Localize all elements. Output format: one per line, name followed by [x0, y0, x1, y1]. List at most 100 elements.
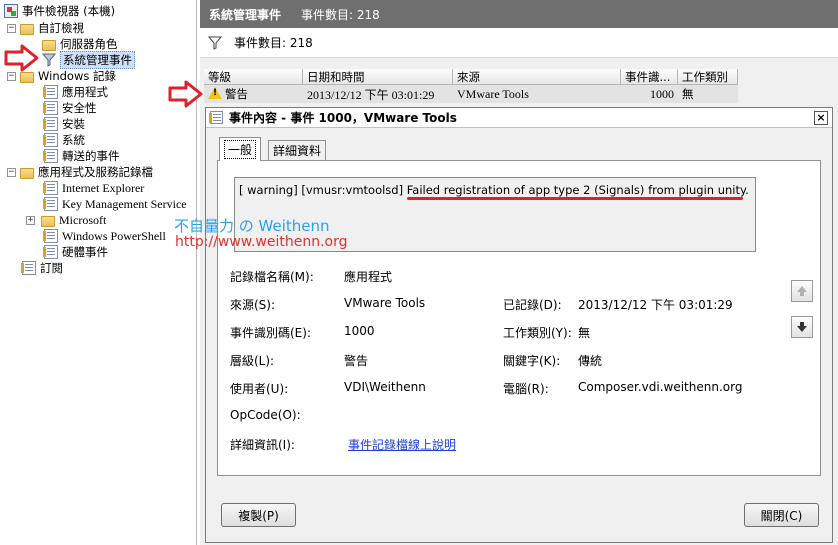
pane-event-count: 事件數目: 218 [301, 7, 380, 22]
red-arrow-icon [4, 44, 39, 72]
more-info-label: 詳細資訊(I): [230, 438, 295, 452]
log-name-label: 記錄檔名稱(M): [230, 270, 314, 284]
tree-item-hardware-label: 硬體事件 [62, 245, 108, 259]
tree-item-application-label: 應用程式 [62, 85, 108, 99]
tree-item-security-label: 安全性 [62, 101, 97, 115]
tree-item-forwarded-label: 轉送的事件 [62, 149, 120, 163]
watermark-title: 不自量力 の Weithenn [174, 217, 330, 235]
arrow-down-icon [797, 322, 807, 332]
row-task: 無 [682, 87, 694, 101]
close-icon[interactable]: × [814, 111, 828, 125]
log-icon [43, 117, 58, 131]
dialog-titlebar: 事件內容 - 事件 1000，VMware Tools [206, 108, 832, 128]
source-value: VMware Tools [344, 296, 426, 310]
log-icon [43, 245, 58, 259]
tree-item-application[interactable]: 應用程式 [43, 84, 108, 100]
log-icon [43, 149, 58, 163]
log-icon [43, 229, 58, 243]
tree-item-powershell-label: Windows PowerShell [62, 228, 166, 243]
warning-icon [208, 87, 222, 99]
arrow-up-icon [797, 286, 807, 296]
col-header-event-id[interactable]: 事件識... [621, 69, 678, 85]
row-level-cell: 警告 [204, 86, 303, 102]
tree-item-setup[interactable]: 安裝 [43, 116, 85, 132]
event-log-icon [209, 111, 223, 124]
tree-item-system[interactable]: 系統 [43, 132, 85, 148]
tree-item-subscriptions[interactable]: 訂閱 [21, 260, 63, 276]
tree-item-apps-services[interactable]: − 應用程式及服務記錄檔 [7, 164, 153, 180]
tree-item-kms-label: Key Management Service [62, 196, 187, 211]
collapse-icon[interactable]: − [7, 71, 16, 81]
user-value: VDI\Weithenn [344, 380, 426, 394]
tree-item-powershell[interactable]: Windows PowerShell [43, 228, 166, 244]
computer-value: Composer.vdi.weithenn.org [578, 380, 743, 394]
tree-item-kms[interactable]: Key Management Service [43, 196, 187, 212]
tree-item-microsoft-label: Microsoft [59, 212, 107, 227]
tree-item-server-roles[interactable]: 伺服器角色 [42, 36, 118, 52]
events-grid: 等級 日期和時間 來源 事件識... 工作類別 警告 2013/12/12 下午… [204, 69, 738, 103]
folder-icon [20, 71, 34, 83]
event-properties-dialog: 事件內容 - 事件 1000，VMware Tools × 一般 詳細資料 [ … [205, 107, 833, 543]
row-event-id: 1000 [650, 86, 674, 101]
event-description-text: [ warning] [vmusr:vmtoolsd] Failed regis… [239, 183, 749, 197]
tree-item-forwarded[interactable]: 轉送的事件 [43, 148, 120, 164]
tree-item-custom-views[interactable]: − 自訂檢視 [7, 20, 84, 36]
tree-item-microsoft[interactable]: + Microsoft [26, 212, 106, 228]
col-header-datetime[interactable]: 日期和時間 [303, 69, 453, 85]
filter-bar: 事件數目: 218 [200, 28, 838, 58]
tab-details-label: 詳細資料 [273, 144, 322, 158]
filter-icon [207, 36, 223, 50]
tab-general-label: 一般 [224, 140, 257, 159]
col-header-level[interactable]: 等級 [204, 69, 303, 85]
grid-header: 等級 日期和時間 來源 事件識... 工作類別 [204, 69, 738, 85]
log-icon [43, 181, 58, 195]
event-id-label: 事件識別碼(E): [230, 326, 311, 340]
event-id-value: 1000 [344, 324, 375, 338]
tree-item-security[interactable]: 安全性 [43, 100, 97, 116]
row-level: 警告 [225, 87, 248, 101]
copy-button[interactable]: 複製(P) [221, 503, 296, 527]
keywords-label: 關鍵字(K): [503, 354, 561, 368]
tab-details[interactable]: 詳細資料 [268, 140, 327, 160]
col-header-source[interactable]: 來源 [453, 69, 621, 85]
pane-header: 系統管理事件 事件數目: 218 [200, 0, 838, 28]
folder-icon [20, 167, 34, 179]
red-underline-mark [407, 197, 743, 200]
tree-item-windows-logs-label: Windows 記錄 [38, 69, 116, 83]
close-button[interactable]: 關閉(C) [744, 503, 819, 527]
filter-count-text: 事件數目: 218 [234, 36, 313, 50]
task-category-label: 工作類別(Y): [503, 326, 572, 340]
tab-general[interactable]: 一般 [219, 137, 262, 161]
tree-item-setup-label: 安裝 [62, 117, 85, 131]
watermark-url: http://www.weithenn.org [175, 234, 348, 250]
collapse-icon[interactable]: − [7, 167, 16, 177]
tree-item-ie-label: Internet Explorer [62, 180, 145, 195]
expand-icon[interactable]: + [26, 215, 35, 225]
tree-item-system-label: 系統 [62, 133, 85, 147]
tree-item-admin-events[interactable]: 系統管理事件 [41, 51, 135, 69]
previous-event-button[interactable] [791, 280, 813, 302]
tree-item-root-label: 事件檢視器 (本機) [22, 4, 116, 18]
tree-item-hardware[interactable]: 硬體事件 [43, 244, 108, 260]
row-source: VMware Tools [457, 86, 529, 101]
subscription-icon [21, 261, 36, 275]
tree-item-ie[interactable]: Internet Explorer [43, 180, 145, 196]
folder-icon [20, 23, 34, 35]
level-value: 警告 [344, 354, 369, 368]
user-label: 使用者(U): [230, 382, 289, 396]
tree-item-root[interactable]: 事件檢視器 (本機) [4, 3, 115, 19]
log-icon [43, 101, 58, 115]
collapse-icon[interactable]: − [7, 23, 16, 33]
online-help-link[interactable]: 事件記錄檔線上說明 [348, 436, 456, 453]
red-arrow-icon [168, 80, 203, 108]
computer-label: 電腦(R): [503, 382, 549, 396]
col-header-task[interactable]: 工作類別 [678, 69, 738, 85]
folder-icon [42, 39, 56, 51]
next-event-button[interactable] [791, 316, 813, 338]
log-icon [43, 197, 58, 211]
event-viewer-icon [4, 4, 18, 18]
log-icon [43, 133, 58, 147]
tree-item-subscriptions-label: 訂閱 [40, 261, 63, 275]
table-row[interactable]: 警告 2013/12/12 下午 03:01:29 VMware Tools 1… [204, 85, 738, 103]
source-label: 來源(S): [230, 298, 276, 312]
